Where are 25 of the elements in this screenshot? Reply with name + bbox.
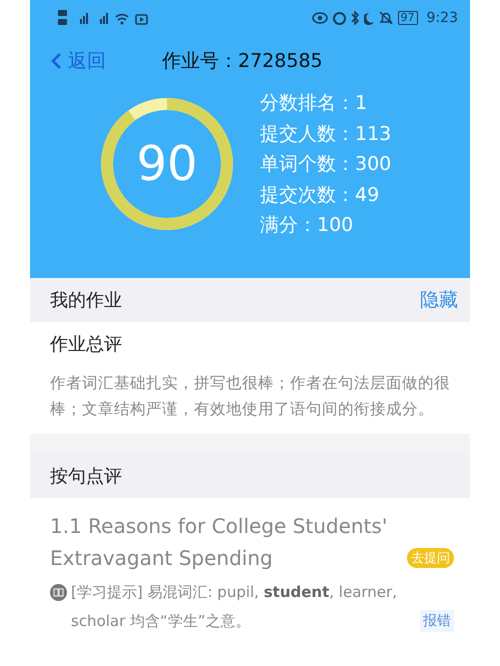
homework-number: 作业号：2728585 — [162, 49, 323, 74]
learning-tip: [学习提示] 易混词汇: pupil, student, learner, scholar 均含“学生”之意。 — [71, 582, 398, 632]
section-title: 作业总评 — [50, 333, 122, 356]
moon-icon — [364, 12, 374, 24]
chevron-left-icon — [50, 52, 62, 70]
section-title: 我的作业 — [50, 289, 122, 312]
eye-icon — [312, 12, 328, 24]
sentence-text: 1.1 Reasons for College Students' Extravagant Spending — [50, 513, 388, 572]
battery-level: 97 — [398, 11, 418, 25]
stat-line: 提交次数：49 — [260, 182, 380, 208]
bluetooth-icon — [350, 11, 359, 25]
stat-line: 满分：100 — [260, 213, 354, 238]
overall-comment: 作者词汇基础扎实，拼写也很棒；作者在句法层面做的很棒；文章结构严谨，有效地使用了语句间的衔接成分。 — [49, 373, 451, 420]
book-icon — [50, 584, 67, 601]
stat-line: 单词个数：300 — [260, 152, 392, 177]
section-title: 按句点评 — [50, 465, 122, 488]
stat-line: 提交人数：113 — [260, 122, 392, 146]
back-button[interactable]: 返回 — [50, 48, 106, 74]
ask-question-button[interactable]: 去提问 — [407, 548, 454, 568]
status-time: 9:23 — [426, 10, 458, 26]
bell-muted-icon — [378, 11, 393, 25]
score-value: 90 — [136, 140, 198, 188]
report-error-link[interactable]: 报错 — [420, 610, 454, 632]
hide-link[interactable]: 隐藏 — [420, 287, 458, 313]
stat-line: 分数排名：1 — [260, 91, 368, 116]
